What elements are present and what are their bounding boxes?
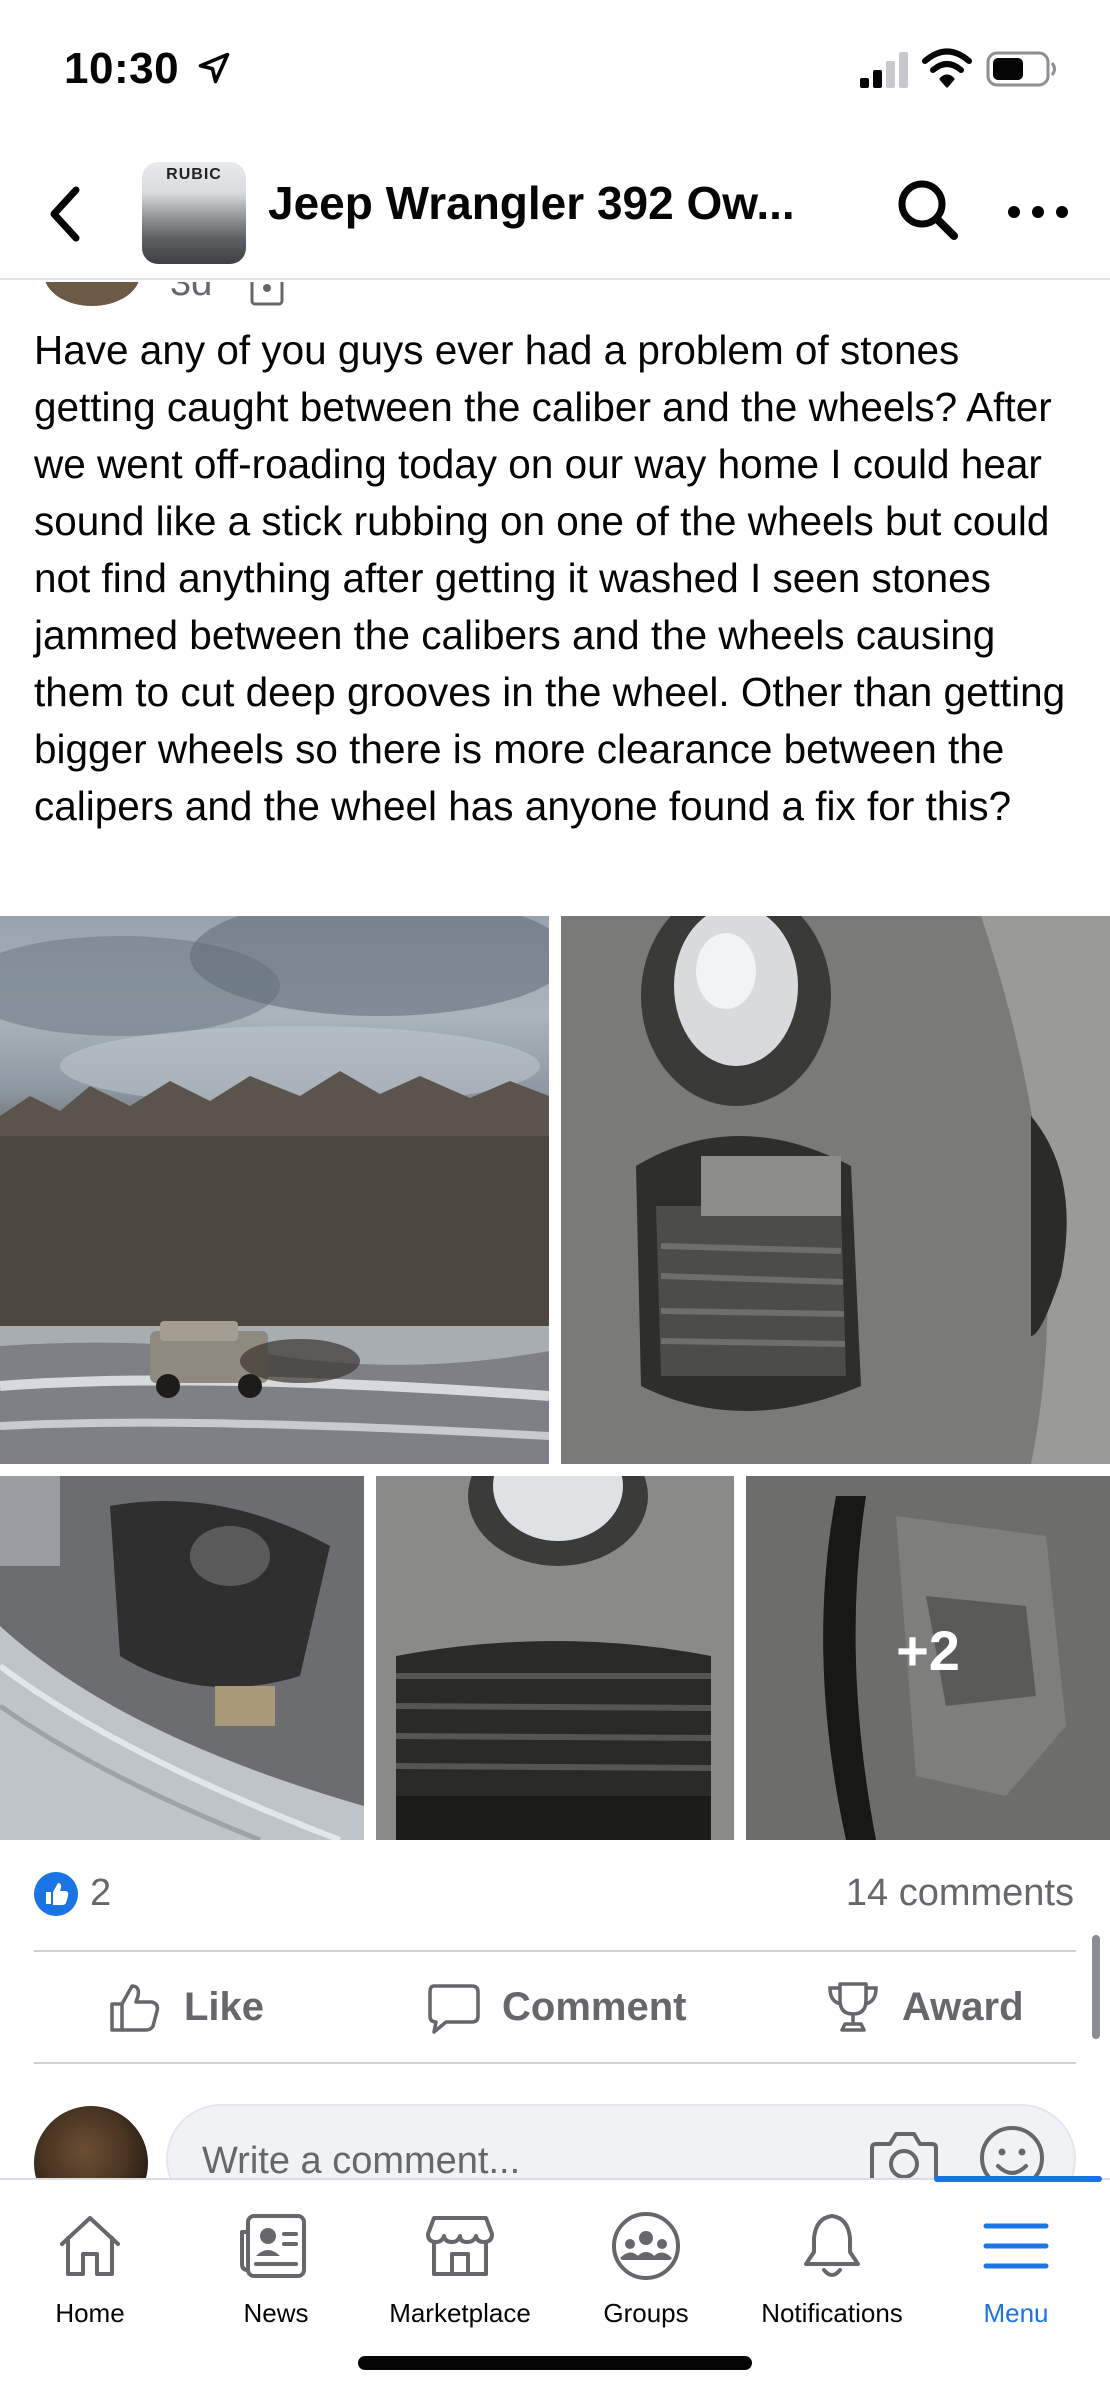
comment-input[interactable]: Write a comment... [202, 2140, 520, 2183]
like-reaction-icon[interactable] [34, 1872, 78, 1916]
tab-home-label: Home [55, 2298, 125, 2328]
post-photo-wheel-spoke[interactable] [376, 1476, 734, 1840]
brake-rotor-graphic [0, 1476, 364, 1840]
battery-icon [986, 51, 1056, 87]
group-title[interactable]: Jeep Wrangler 392 Ow... [268, 176, 848, 230]
post-photo-more[interactable]: +2 [746, 1476, 1110, 1840]
like-button[interactable]: Like [106, 1972, 264, 2042]
post-meta: 3d [0, 282, 1110, 308]
like-label: Like [184, 1984, 265, 2029]
tab-news-label: News [243, 2298, 309, 2328]
jeep-scene-graphic [0, 916, 549, 1464]
status-time: 10:30 [64, 44, 180, 93]
tab-home[interactable]: Home [0, 2208, 182, 2338]
groups-icon [612, 2212, 680, 2280]
tab-menu-label: Menu [983, 2298, 1049, 2328]
menu-icon [983, 2223, 1049, 2269]
group-thumbnail[interactable]: RUBIC [142, 162, 246, 264]
tab-groups-label: Groups [603, 2298, 689, 2328]
wheel-closeup-graphic [561, 916, 1110, 1464]
group-members-icon [250, 282, 284, 306]
reaction-count[interactable]: 2 [90, 1872, 111, 1915]
post-photo-jeep-offroad[interactable] [0, 916, 549, 1464]
reactions-summary: 2 14 comments [0, 1860, 1110, 1930]
award-label: Award [902, 1984, 1024, 2029]
marketplace-icon [426, 2216, 494, 2276]
tab-news[interactable]: News [184, 2208, 368, 2338]
post-age: 3d [170, 282, 213, 304]
trophy-icon [828, 1982, 878, 2032]
thumbs-up-icon [110, 1984, 160, 2032]
post-actions: Like Comment Award [0, 1952, 1110, 2062]
group-thumbnail-text: RUBIC [166, 166, 222, 183]
tab-groups[interactable]: Groups [554, 2208, 738, 2338]
poster-avatar[interactable] [44, 282, 140, 306]
post-body: Have any of you guys ever had a problem … [34, 327, 1066, 829]
active-tab-indicator [934, 2176, 1102, 2182]
post-photo-brake-rotor[interactable] [0, 1476, 364, 1840]
tab-marketplace-label: Marketplace [389, 2298, 531, 2328]
news-icon [240, 2214, 306, 2278]
comment-bubble-icon [428, 1984, 480, 2034]
home-icon [60, 2216, 120, 2276]
more-photos-count: +2 [896, 1619, 960, 1682]
bell-icon [804, 2214, 860, 2277]
divider [34, 2062, 1076, 2064]
tab-notifications-label: Notifications [761, 2298, 903, 2328]
comment-label: Comment [502, 1984, 687, 2029]
search-icon[interactable] [892, 174, 964, 246]
back-arrow-icon[interactable] [40, 178, 96, 250]
post-photo-wheel-closeup[interactable] [561, 916, 1110, 1464]
tab-marketplace[interactable]: Marketplace [368, 2208, 552, 2338]
location-arrow-icon [198, 52, 230, 84]
wheel-spoke-graphic [376, 1476, 734, 1840]
tab-notifications[interactable]: Notifications [740, 2208, 924, 2338]
scrollbar[interactable] [1092, 1935, 1100, 2039]
comment-count[interactable]: 14 comments [846, 1872, 1074, 1915]
tab-menu[interactable]: Menu [924, 2208, 1108, 2338]
comment-button[interactable]: Comment [424, 1972, 686, 2042]
home-indicator[interactable] [358, 2356, 752, 2370]
status-bar: 10:30 [0, 0, 1110, 140]
more-options-icon[interactable] [1002, 184, 1074, 240]
group-header: RUBIC Jeep Wrangler 392 Ow... [0, 148, 1110, 280]
wifi-icon [922, 48, 972, 88]
award-button[interactable]: Award [824, 1972, 1024, 2042]
cell-signal-icon [860, 52, 908, 88]
